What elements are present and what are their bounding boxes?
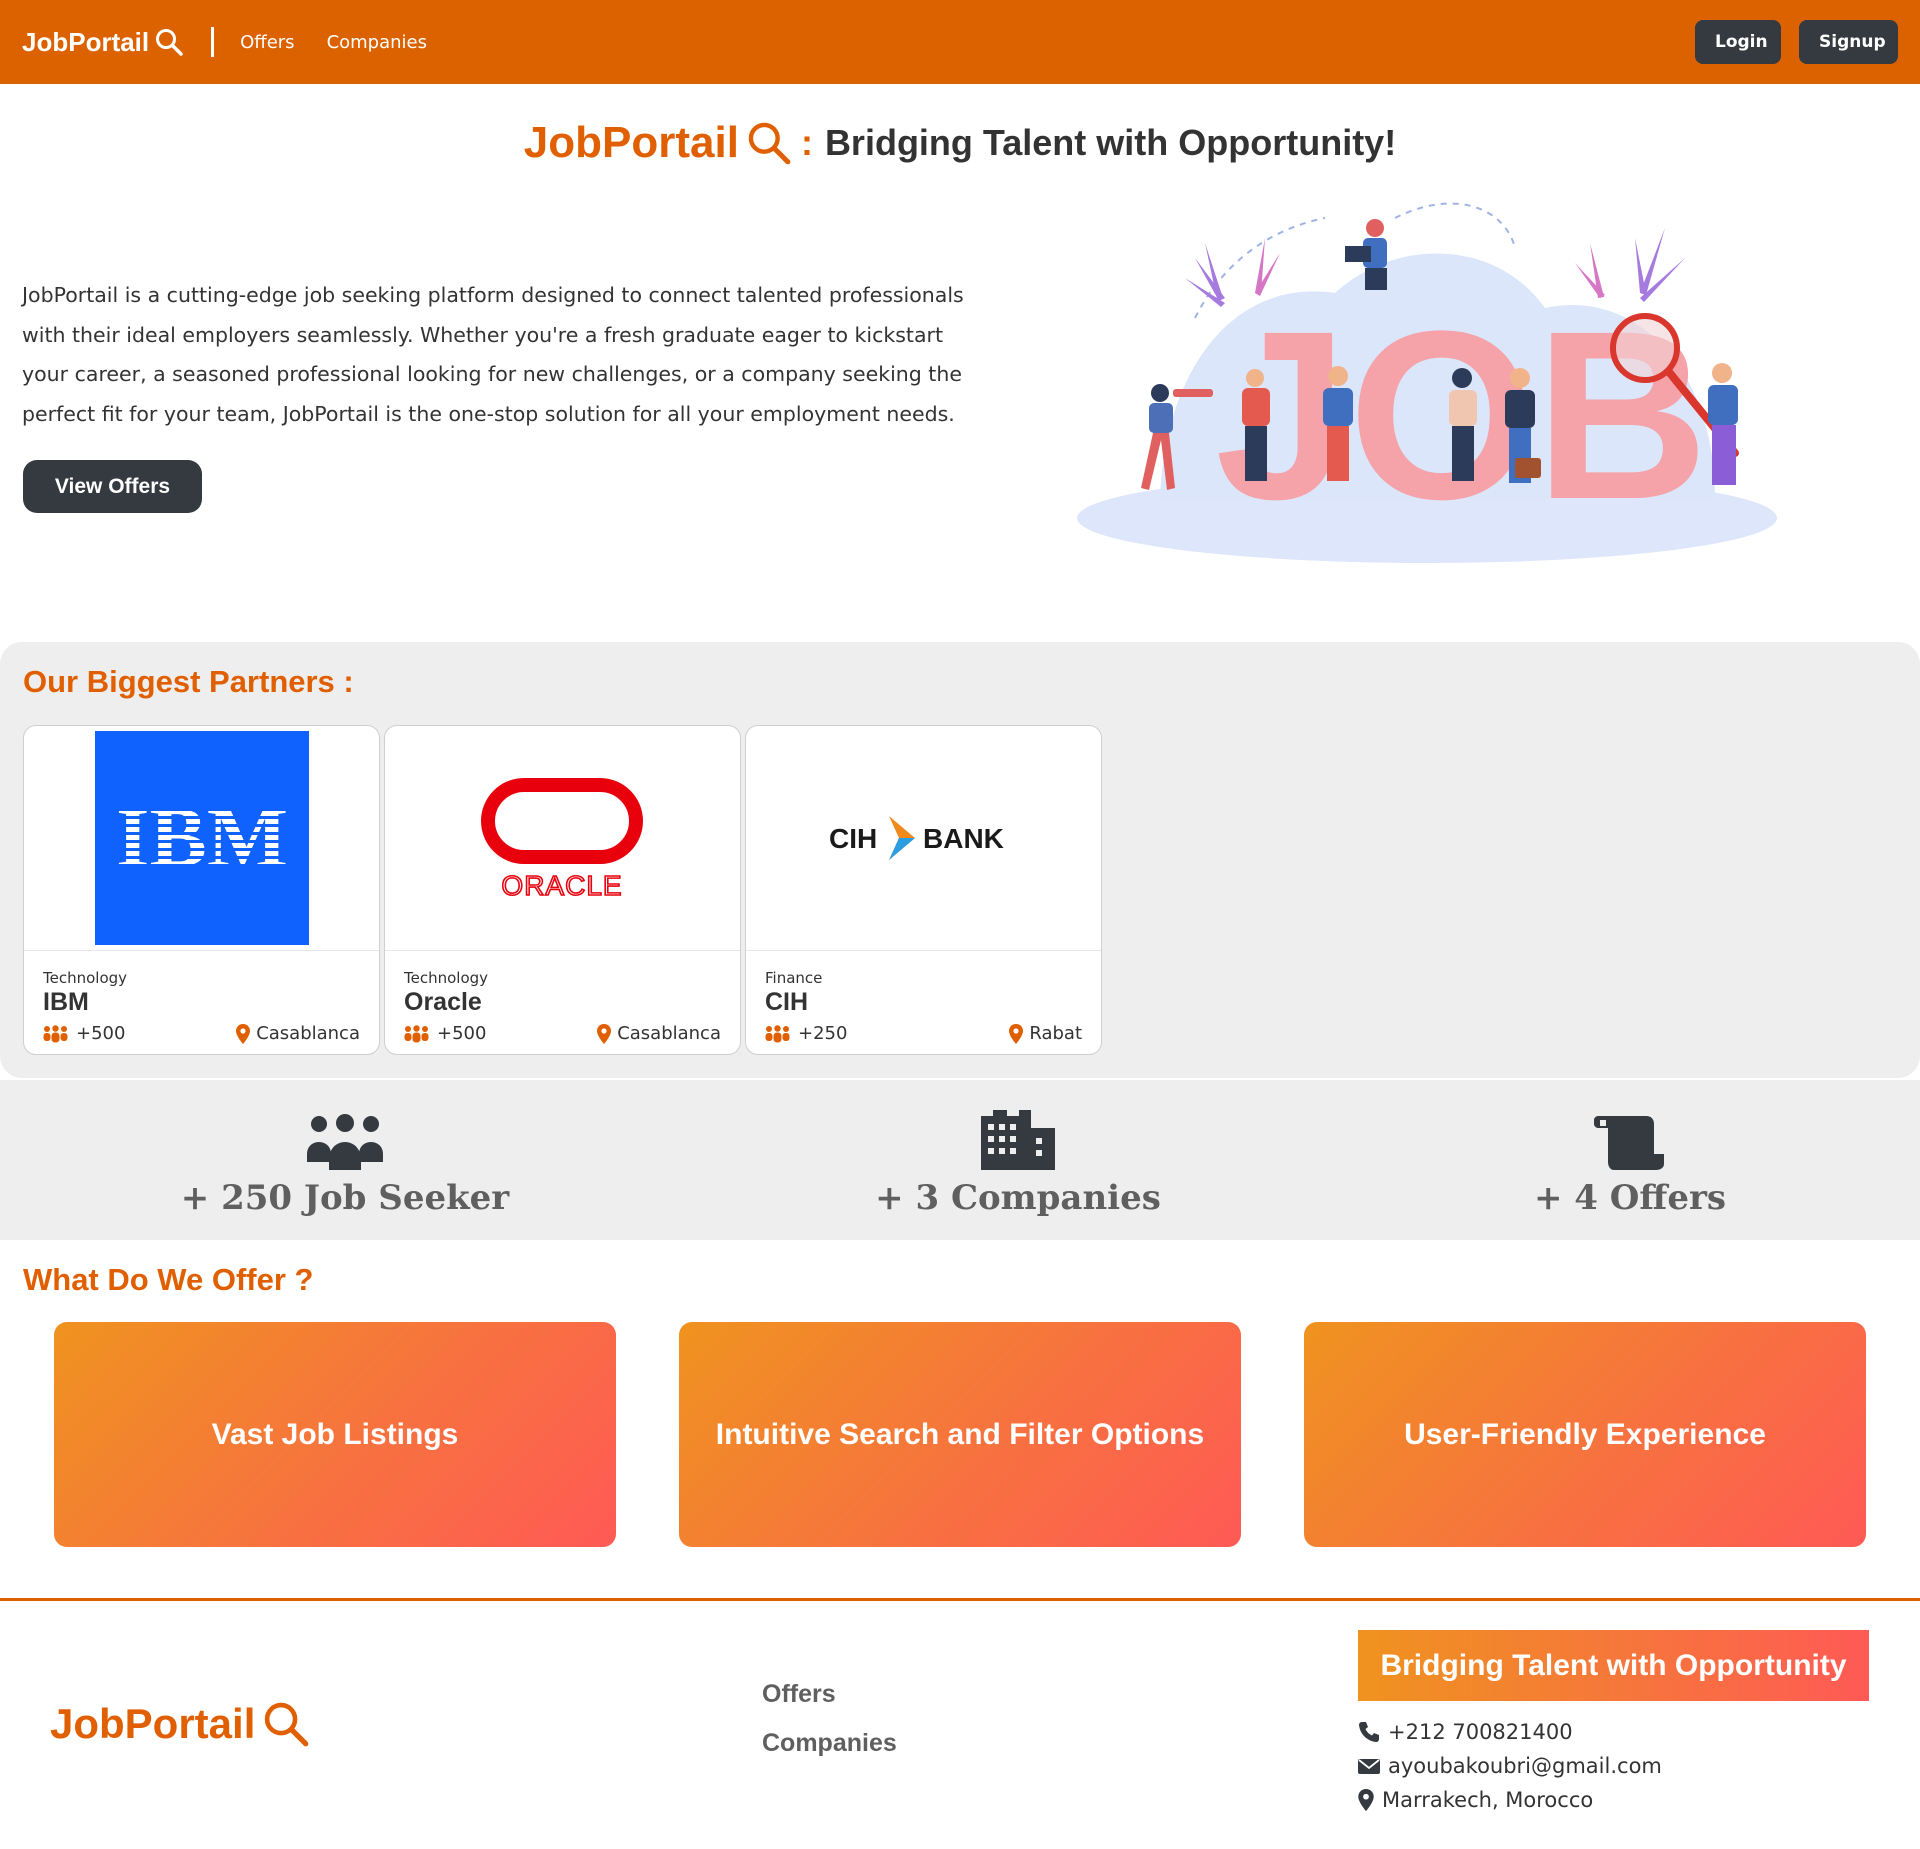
partner-card-oracle[interactable]: ORACLE Technology Oracle +500 Casablanca	[384, 725, 741, 1055]
phone-icon	[1359, 1722, 1379, 1742]
navbar: JobPortail Offers Companies Login Signup	[0, 0, 1920, 84]
ibm-logo-text: IBM	[116, 789, 288, 885]
partner-name: Oracle	[404, 988, 482, 1016]
people-group-icon	[765, 1024, 790, 1042]
footer-link-offers[interactable]: Offers	[762, 1680, 836, 1709]
contact-phone: +212 700821400	[1358, 1720, 1573, 1744]
stat-icon-wrap	[768, 1080, 1268, 1180]
map-marker-icon	[236, 1023, 251, 1044]
envelope-icon	[1358, 1759, 1380, 1774]
hero-brand: JobPortail	[524, 118, 791, 168]
stat-icon-wrap	[1380, 1080, 1880, 1180]
partner-location-label: Casablanca	[256, 1023, 360, 1044]
search-icon	[156, 29, 183, 56]
offer-card-search: Intuitive Search and Filter Options	[679, 1322, 1241, 1547]
hero-colon: :	[800, 122, 813, 163]
map-marker-icon	[1358, 1789, 1374, 1811]
building-icon	[981, 1110, 1055, 1170]
partner-employees: +250	[765, 1023, 847, 1044]
footer-link-companies[interactable]: Companies	[762, 1729, 897, 1758]
partner-employees-count: +500	[437, 1023, 487, 1044]
oracle-logo-text: ORACLE	[501, 870, 622, 901]
job-illustration: JOB	[1077, 202, 1777, 563]
partner-logo-area: CIH BANK	[746, 726, 1101, 951]
cih-logo-right: BANK	[923, 823, 1004, 854]
brand-label: JobPortail	[22, 26, 150, 57]
partner-location-label: Casablanca	[617, 1023, 721, 1044]
contact-phone-label: +212 700821400	[1388, 1720, 1573, 1744]
stat-label: + 3 Companies	[875, 1178, 1161, 1218]
partner-employees-count: +500	[76, 1023, 126, 1044]
nav-separator	[211, 27, 215, 57]
partner-sector: Technology	[404, 969, 489, 987]
people-group-icon	[307, 1114, 383, 1170]
footer-tagline: Bridging Talent with Opportunity	[1358, 1630, 1869, 1701]
map-marker-icon	[597, 1023, 612, 1044]
stat-companies: + 3 Companies	[768, 1080, 1268, 1218]
partner-location: Casablanca	[236, 1023, 360, 1044]
contact-email: ayoubakoubri@gmail.com	[1358, 1754, 1662, 1778]
oracle-logo: ORACLE	[480, 778, 643, 902]
partners-section: Our Biggest Partners : IBM Technology IB…	[0, 642, 1920, 1078]
scroll-icon	[1594, 1116, 1664, 1170]
partner-location: Casablanca	[597, 1023, 721, 1044]
stat-label: + 250 Job Seeker	[180, 1178, 510, 1218]
nav-actions: Login Signup	[1695, 20, 1898, 64]
nav-link-companies[interactable]: Companies	[327, 32, 427, 53]
partner-employees: +500	[43, 1023, 125, 1044]
footer-divider	[0, 1598, 1920, 1601]
partner-logo-area: ORACLE	[385, 726, 740, 951]
partner-name: IBM	[43, 988, 89, 1016]
partner-card-ibm[interactable]: IBM Technology IBM +500 Casablanca	[23, 725, 380, 1055]
partner-card-cih[interactable]: CIH BANK Finance CIH +250 Rabat	[745, 725, 1102, 1055]
stat-offers: + 4 Offers	[1380, 1080, 1880, 1218]
partner-logo-area: IBM	[24, 726, 379, 951]
partner-location: Rabat	[1009, 1023, 1082, 1044]
view-offers-button[interactable]: View Offers	[23, 460, 202, 513]
hero-tagline: Bridging Talent with Opportunity!	[824, 122, 1397, 163]
cih-logo-left: CIH	[829, 823, 877, 854]
partner-location-label: Rabat	[1029, 1023, 1082, 1044]
hero-description: JobPortail is a cutting-edge job seeking…	[22, 283, 964, 426]
hero-title: JobPortail : Bridging Talent with Opport…	[0, 118, 1920, 168]
partners-title: Our Biggest Partners :	[23, 664, 354, 699]
people-group-icon	[404, 1024, 429, 1042]
footer-brand[interactable]: JobPortail	[50, 1700, 309, 1748]
contact-address-label: Marrakech, Morocco	[1382, 1788, 1594, 1812]
contact-email-label: ayoubakoubri@gmail.com	[1388, 1754, 1662, 1778]
offer-card-listings: Vast Job Listings	[54, 1322, 616, 1547]
partner-sector: Technology	[43, 969, 128, 987]
map-marker-icon	[1009, 1023, 1024, 1044]
people-group-icon	[43, 1024, 68, 1042]
search-icon	[265, 1702, 309, 1747]
navbar-brand[interactable]: JobPortail	[22, 27, 183, 58]
search-icon	[748, 122, 791, 165]
partner-sector: Finance	[765, 969, 823, 987]
signup-button[interactable]: Signup	[1799, 20, 1898, 64]
hero-brand-label: JobPortail	[523, 118, 739, 167]
offer-title: What Do We Offer ?	[23, 1262, 314, 1297]
stat-label: + 4 Offers	[1533, 1178, 1727, 1218]
footer-brand-label: JobPortail	[50, 1700, 256, 1747]
contact-address: Marrakech, Morocco	[1358, 1788, 1593, 1812]
stat-job-seekers: + 250 Job Seeker	[95, 1080, 595, 1218]
partner-employees: +500	[404, 1023, 486, 1044]
login-button[interactable]: Login	[1695, 20, 1781, 64]
offer-card-ux: User-Friendly Experience	[1304, 1322, 1866, 1547]
partner-name: CIH	[765, 988, 809, 1016]
cih-bank-logo: CIH BANK	[829, 816, 1004, 860]
stats-section: + 250 Job Seeker + 3 Companies + 4 Offer…	[0, 1080, 1920, 1240]
stat-icon-wrap	[95, 1080, 595, 1180]
nav-link-offers[interactable]: Offers	[240, 32, 294, 53]
ibm-logo: IBM	[94, 731, 309, 945]
partner-employees-count: +250	[798, 1023, 848, 1044]
